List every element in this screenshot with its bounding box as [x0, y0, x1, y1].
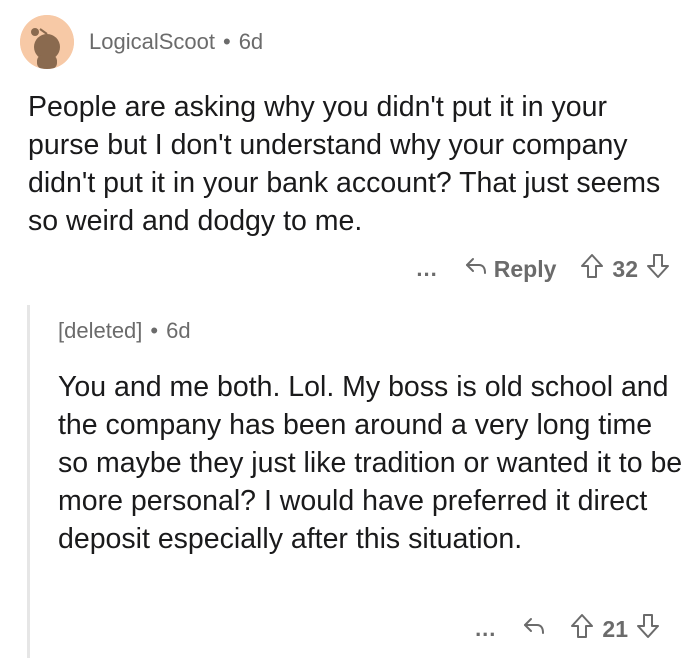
meta-separator: •	[150, 318, 159, 343]
reply-arrow-icon	[464, 255, 488, 283]
more-options-button[interactable]: ...	[416, 256, 437, 282]
upvote-arrow-icon[interactable]	[570, 613, 594, 645]
score: 32	[612, 255, 638, 282]
meta-separator: •	[222, 29, 231, 54]
vote-controls: 21	[570, 613, 660, 645]
comment-header: LogicalScoot • 6d	[20, 14, 263, 70]
snoo-avatar-icon[interactable]	[20, 15, 74, 69]
username: [deleted]	[58, 318, 143, 343]
reply-comment: [deleted] • 6d You and me both. Lol. My …	[0, 300, 700, 658]
more-options-button[interactable]: ...	[475, 616, 496, 642]
username[interactable]: LogicalScoot	[89, 29, 215, 55]
comment-actions: ... Reply 32	[416, 252, 670, 286]
reply-button[interactable]	[522, 615, 546, 643]
comment-age: 6d	[166, 318, 191, 343]
reply-arrow-icon	[522, 615, 546, 643]
top-comment: LogicalScoot • 6d People are asking why …	[0, 0, 700, 300]
comment-body: People are asking why you didn't put it …	[28, 91, 661, 237]
upvote-arrow-icon[interactable]	[580, 253, 604, 285]
score: 21	[602, 615, 628, 642]
reply-label: Reply	[493, 255, 557, 282]
downvote-arrow-icon[interactable]	[646, 253, 670, 285]
comment-actions: ... 21	[475, 612, 660, 646]
reply-button[interactable]: Reply	[464, 255, 557, 283]
downvote-arrow-icon[interactable]	[636, 613, 660, 645]
vote-controls: 32	[580, 253, 670, 285]
comment-age: 6d	[238, 29, 264, 54]
comment-header: [deleted] • 6d	[58, 318, 191, 344]
comment-body: You and me both. Lol. My boss is old sch…	[58, 371, 683, 555]
